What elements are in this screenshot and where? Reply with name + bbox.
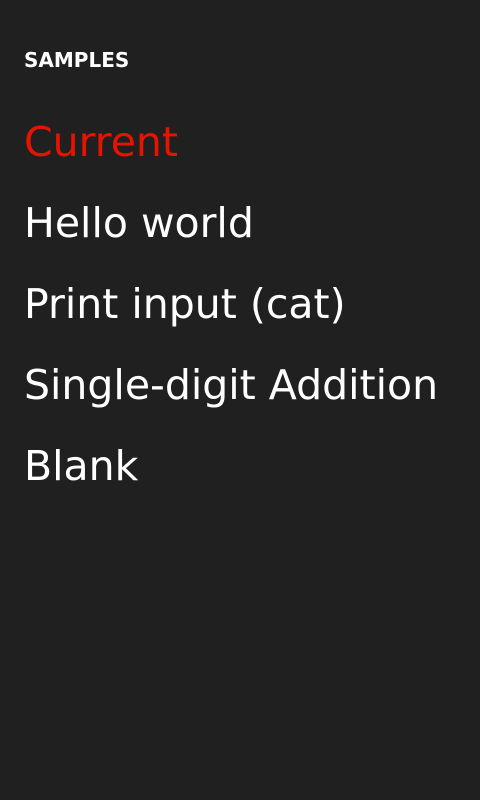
sample-item-current[interactable]: Current xyxy=(24,114,464,170)
sample-item-blank[interactable]: Blank xyxy=(24,438,464,494)
sample-item-hello-world[interactable]: Hello world xyxy=(24,195,464,251)
sample-item-single-digit-addition[interactable]: Single-digit Addition xyxy=(24,357,464,413)
page-title: SAMPLES xyxy=(24,48,130,72)
samples-list: Current Hello world Print input (cat) Si… xyxy=(24,114,464,519)
sample-item-print-input[interactable]: Print input (cat) xyxy=(24,276,464,332)
